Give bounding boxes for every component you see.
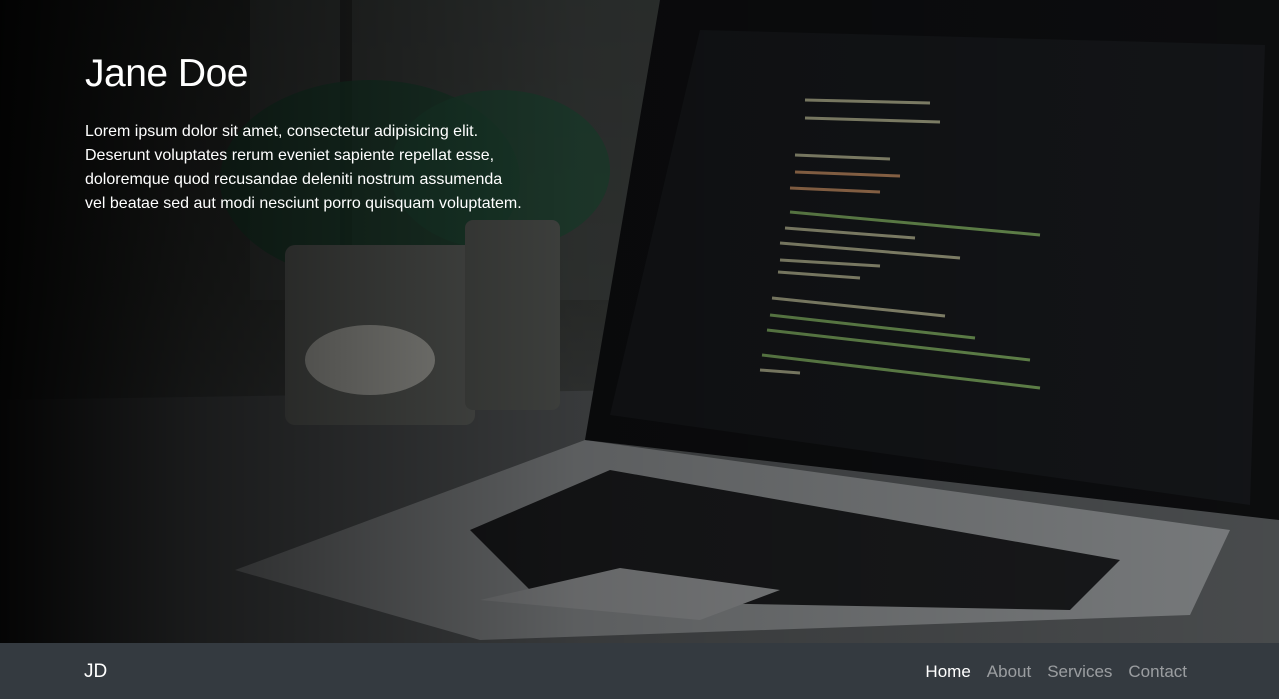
nav-link-about[interactable]: About <box>987 662 1031 682</box>
hero-lead-text: Lorem ipsum dolor sit amet, consectetur … <box>85 123 522 212</box>
navbar-nav: Home About Services Contact <box>925 662 1187 682</box>
nav-link-contact[interactable]: Contact <box>1128 662 1187 682</box>
hero-content: Jane Doe Lorem ipsum dolor sit amet, con… <box>85 52 525 216</box>
nav-link-services[interactable]: Services <box>1047 662 1112 682</box>
hero-title: Jane Doe <box>85 52 248 95</box>
navbar-brand[interactable]: JD <box>84 661 107 683</box>
nav-link-home[interactable]: Home <box>925 662 970 682</box>
hero-section: Jane Doe Lorem ipsum dolor sit amet, con… <box>0 0 1279 643</box>
